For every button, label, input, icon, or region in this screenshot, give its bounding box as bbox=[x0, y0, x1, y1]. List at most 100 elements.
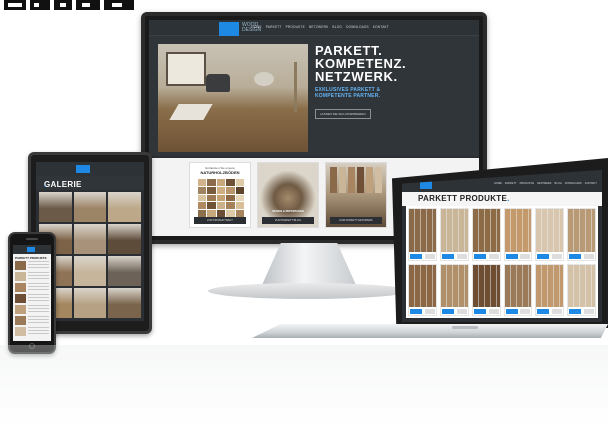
laptop-menu-item-produkte[interactable]: PRODUKTE bbox=[520, 182, 534, 185]
list-item[interactable] bbox=[15, 305, 49, 314]
list-item-thumbnail bbox=[15, 305, 26, 314]
tile-network[interactable]: ZUM PARKETT-NETZWERK bbox=[325, 162, 387, 228]
product-image bbox=[536, 264, 564, 307]
laptop-menu-item-kontakt[interactable]: KONTAKT bbox=[585, 182, 597, 185]
monitor-menu-item-home[interactable]: HOME bbox=[251, 25, 261, 29]
monitor-menu-item-kontakt[interactable]: KONTAKT bbox=[373, 25, 389, 29]
hero-subtitle: EXKLUSIVES PARKETT & KOMPETENTE PARTNER. bbox=[315, 87, 475, 99]
product-card[interactable] bbox=[503, 263, 533, 316]
gallery-thumbnail[interactable] bbox=[108, 192, 141, 222]
tile-products-caption: ZUR PRODUKTWELT bbox=[194, 217, 246, 224]
corner-logo bbox=[4, 0, 134, 12]
phone-navbar bbox=[13, 245, 51, 254]
list-item-text bbox=[28, 261, 49, 270]
site-logo[interactable] bbox=[219, 22, 239, 36]
monitor-menu-item-parkett[interactable]: PARKETT bbox=[266, 25, 282, 29]
laptop-page-title: PARKETT PRODUKTE. bbox=[418, 194, 510, 203]
tablet-title-bar: GALERIE. bbox=[36, 176, 144, 190]
list-item[interactable] bbox=[15, 316, 49, 325]
laptop-menu-item-parkett[interactable]: PARKETT bbox=[505, 182, 517, 185]
gallery-thumbnail[interactable] bbox=[108, 224, 141, 254]
product-meta bbox=[520, 253, 531, 259]
product-price-tag bbox=[410, 253, 422, 259]
laptop-menu-item-blog[interactable]: BLOG bbox=[555, 182, 562, 185]
list-item[interactable] bbox=[15, 272, 49, 281]
product-card[interactable] bbox=[408, 263, 437, 316]
tablet-site-logo[interactable] bbox=[76, 165, 90, 173]
list-item[interactable] bbox=[15, 261, 49, 270]
wood-swatch bbox=[226, 202, 235, 210]
gallery-thumbnail[interactable] bbox=[73, 256, 107, 286]
tile-blog-caption: ZUM PARKETT-BLOG bbox=[262, 217, 314, 224]
product-card[interactable] bbox=[535, 208, 565, 261]
gallery-thumbnail[interactable] bbox=[39, 192, 72, 222]
product-card[interactable] bbox=[535, 263, 565, 316]
wood-swatch bbox=[207, 202, 216, 210]
hero-subtitle-line-2: KOMPETENTE PARTNER. bbox=[315, 92, 381, 99]
product-meta bbox=[552, 309, 563, 314]
product-card[interactable] bbox=[471, 208, 501, 261]
hero-section: PARKETT. KOMPETENZ. NETZWERK. EXKLUSIVES… bbox=[149, 36, 479, 156]
list-item-text bbox=[28, 305, 49, 314]
monitor-menu-item-produkte[interactable]: PRODUKTE bbox=[286, 25, 305, 29]
tile-blog[interactable]: DESIGN & REPORTAGEN ZUM PARKETT-BLOG bbox=[257, 162, 319, 228]
product-image bbox=[440, 209, 468, 252]
wood-swatch bbox=[207, 179, 216, 186]
product-meta bbox=[456, 253, 467, 259]
monitor-menu-item-downloads[interactable]: DOWNLOADS bbox=[346, 25, 369, 29]
list-item-text bbox=[28, 283, 49, 292]
list-item-text bbox=[28, 294, 49, 303]
product-card[interactable] bbox=[503, 208, 533, 261]
list-item-text bbox=[28, 316, 49, 325]
product-meta bbox=[456, 309, 467, 314]
inspire-button[interactable]: LASSEN SIE SICH INSPIRIEREN bbox=[315, 109, 371, 119]
wood-swatch bbox=[198, 202, 207, 210]
wood-swatch bbox=[226, 194, 235, 202]
product-price-tag bbox=[473, 253, 486, 259]
list-item-thumbnail bbox=[15, 261, 26, 270]
product-price-tag bbox=[569, 309, 582, 314]
product-meta bbox=[488, 309, 499, 314]
list-item-thumbnail bbox=[15, 283, 26, 292]
product-price-tag bbox=[441, 309, 454, 314]
tile-products[interactable]: Entdecken Sie unsere NATURHOLZBÖDEN ZUR P… bbox=[189, 162, 251, 228]
list-item[interactable] bbox=[15, 294, 49, 303]
product-card[interactable] bbox=[439, 263, 469, 316]
hero-title-line-3: NETZWERK. bbox=[315, 69, 398, 84]
wood-swatch bbox=[226, 179, 235, 186]
gallery-thumbnail[interactable] bbox=[108, 288, 141, 318]
laptop-menu-item-downloads[interactable]: DOWNLOADS bbox=[565, 182, 582, 185]
wood-swatch bbox=[235, 202, 244, 210]
smartphone: PARKETT PRODUKTE bbox=[8, 232, 56, 354]
laptop-notch bbox=[452, 326, 478, 329]
product-card[interactable] bbox=[408, 208, 437, 261]
phone-product-list bbox=[13, 261, 51, 336]
monitor-menu-item-blog[interactable]: BLOG bbox=[332, 25, 342, 29]
product-card[interactable] bbox=[471, 263, 501, 316]
product-card[interactable] bbox=[567, 208, 596, 261]
monitor-base bbox=[208, 283, 408, 299]
wood-swatch bbox=[198, 186, 207, 194]
wood-swatch bbox=[207, 186, 216, 194]
monitor-menu-item-netzwerk[interactable]: NETZWERK bbox=[309, 25, 329, 29]
product-card[interactable] bbox=[439, 208, 469, 261]
list-item-thumbnail bbox=[15, 272, 26, 281]
monitor-menu: HOME PARKETT PRODUKTE NETZWERK BLOG DOWNLOADS… bbox=[251, 25, 389, 29]
gallery-thumbnail[interactable] bbox=[73, 288, 107, 318]
list-item[interactable] bbox=[15, 283, 49, 292]
gallery-thumbnail[interactable] bbox=[108, 256, 141, 286]
laptop-menu-item-netzwerk[interactable]: NETZWERK bbox=[537, 182, 552, 185]
product-card[interactable] bbox=[567, 263, 596, 316]
wood-swatch bbox=[235, 186, 244, 194]
gallery-thumbnail[interactable] bbox=[73, 192, 107, 222]
product-grid bbox=[406, 206, 598, 318]
product-meta bbox=[520, 309, 531, 314]
phone-site-logo[interactable] bbox=[27, 247, 35, 252]
laptop-base bbox=[252, 324, 608, 338]
laptop: HOME PARKETT PRODUKTE NETZWERK BLOG DOWNLOADS… bbox=[252, 158, 608, 338]
gallery-thumbnail[interactable] bbox=[73, 224, 107, 254]
product-image bbox=[440, 264, 468, 307]
product-image bbox=[472, 264, 500, 307]
list-item[interactable] bbox=[15, 327, 49, 336]
laptop-menu-item-home[interactable]: HOME bbox=[494, 182, 502, 185]
